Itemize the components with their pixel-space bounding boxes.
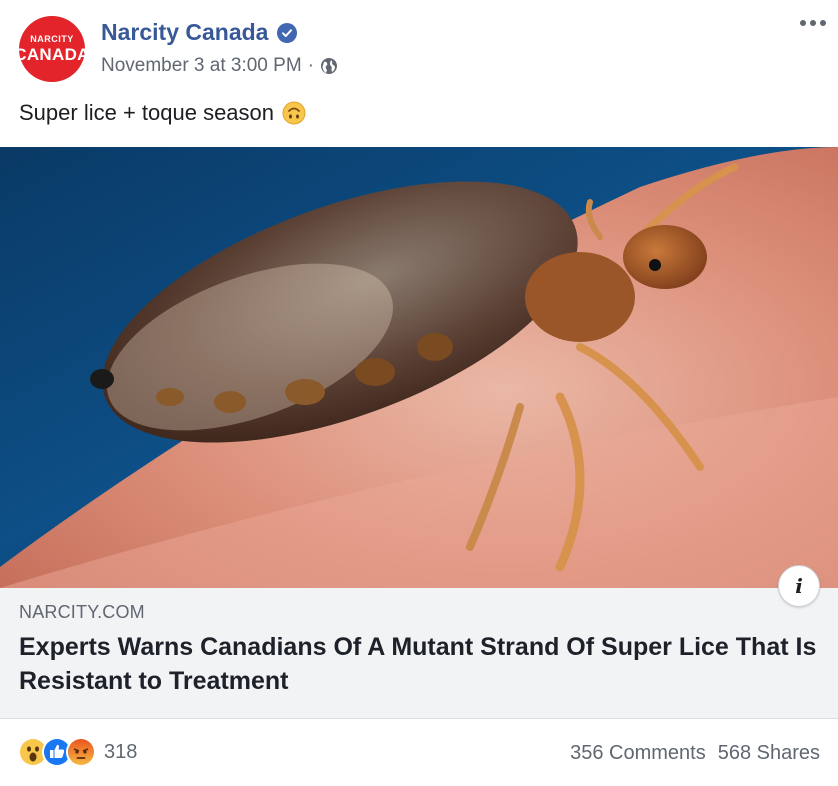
post-timestamp[interactable]: November 3 at 3:00 PM: [101, 55, 302, 77]
meta-separator: ·: [307, 55, 314, 76]
reactions-summary[interactable]: 318: [18, 737, 137, 767]
link-title[interactable]: Experts Warns Canadians Of A Mutant Stra…: [19, 630, 819, 698]
avatar-logo-line2: CANADA: [14, 45, 90, 64]
globe-icon[interactable]: [320, 57, 338, 75]
post-message: Super lice + toque season: [19, 100, 306, 126]
shares-count-link[interactable]: 568 Shares: [718, 742, 820, 765]
engagement-counts: 356 Comments 568 Shares: [570, 742, 820, 765]
upside-down-face-icon: [282, 101, 306, 125]
page-name[interactable]: Narcity Canada: [101, 19, 268, 46]
angry-reaction-icon: [66, 737, 96, 767]
verified-badge-icon: [277, 22, 298, 43]
page-avatar[interactable]: NARCITY CANADA: [14, 16, 89, 82]
post-header: NARCITY CANADA Narcity Canada November 3…: [0, 0, 838, 90]
post-footer: 318 356 Comments 568 Shares: [0, 719, 838, 786]
post-message-text: Super lice + toque season: [19, 100, 275, 125]
post-meta: November 3 at 3:00 PM ·: [101, 55, 338, 77]
avatar-logo-line1: NARCITY: [30, 34, 74, 44]
page-name-link[interactable]: Narcity Canada: [101, 19, 298, 46]
link-preview[interactable]: NARCITY.COM Experts Warns Canadians Of A…: [0, 588, 838, 719]
head-louse-photo[interactable]: [0, 147, 838, 588]
more-options-icon[interactable]: [800, 20, 826, 26]
info-icon[interactable]: i: [778, 565, 820, 607]
link-domain: NARCITY.COM: [19, 602, 145, 622]
reaction-count[interactable]: 318: [104, 741, 137, 764]
comments-count-link[interactable]: 356 Comments: [570, 742, 706, 765]
